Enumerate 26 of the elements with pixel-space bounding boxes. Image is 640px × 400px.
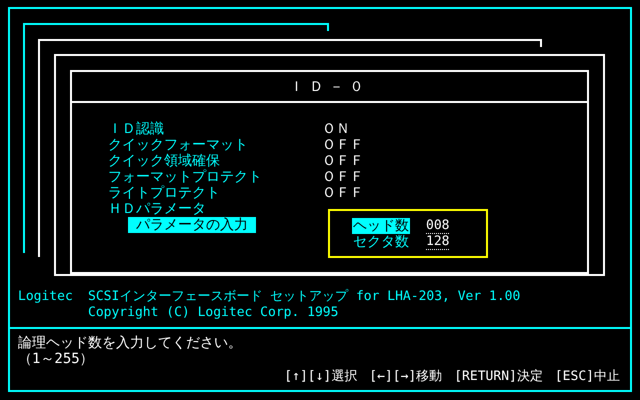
parameter-input-button[interactable]: パラメータの入力	[128, 217, 256, 233]
setting-value: ＯＦＦ	[322, 153, 365, 169]
setting-label: クイックフォーマット	[108, 137, 249, 153]
key-hint: [RETURN]決定	[454, 369, 543, 385]
range-hint: （1～255）	[18, 351, 95, 367]
setting-value: ＯＦＦ	[322, 185, 365, 201]
prompt-message: 論理ヘッド数を入力してください。	[18, 335, 243, 351]
key-hint: [ESC]中止	[554, 369, 620, 385]
parameter-value-field[interactable]: 008	[426, 218, 450, 234]
section-label: ＨＤパラメータ	[108, 201, 207, 217]
vendor-name: Logitec	[18, 289, 74, 306]
setting-value: ＯＮ	[322, 121, 351, 137]
setting-label: ライトプロテクト	[108, 185, 221, 201]
product-title: SCSIインターフェースボード セットアップ for LHA-203, Ver 1.00	[88, 289, 520, 305]
copyright-text: Copyright (C) Logitec Corp. 1995	[88, 305, 340, 321]
dialog-title: ＩＤ－０	[290, 78, 370, 94]
key-hint: [←][→]移動	[369, 369, 442, 385]
parameter-value-field[interactable]: 128	[426, 234, 450, 250]
key-hint: [↑][↓]選択	[284, 369, 358, 385]
setting-value: ＯＦＦ	[322, 137, 365, 153]
setting-value: ＯＦＦ	[322, 169, 365, 185]
parameter-label: セクタ数	[352, 234, 410, 250]
setting-label: フォーマットプロテクト	[108, 169, 263, 185]
setting-label: クイック領域確保	[108, 153, 221, 169]
parameter-label: ヘッド数	[352, 218, 410, 234]
setting-label: ＩＤ認識	[108, 121, 165, 137]
